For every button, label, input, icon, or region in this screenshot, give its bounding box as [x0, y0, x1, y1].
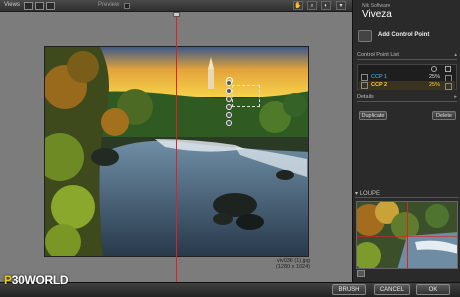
loupe-header[interactable]: ▾ LOUPE — [355, 190, 380, 197]
split-preview-divider[interactable] — [176, 12, 177, 282]
cp-brightness-slider[interactable] — [226, 88, 232, 94]
cp2-checkbox[interactable] — [361, 82, 368, 89]
cp-structure-slider[interactable] — [226, 112, 232, 118]
select-all-checkbox[interactable] — [445, 66, 451, 72]
control-point-list-label: Control Point List — [357, 52, 399, 58]
cp-expand-slider[interactable] — [226, 120, 232, 126]
background-color-icon[interactable]: ◐ — [321, 1, 331, 10]
show-all-icon[interactable] — [431, 66, 437, 72]
brush-button[interactable]: BRUSH — [332, 284, 366, 295]
add-control-point-button[interactable] — [358, 30, 372, 42]
watermark-logo: P30WORLD — [4, 273, 69, 287]
divider — [355, 197, 459, 198]
delete-button[interactable]: Delete — [432, 111, 456, 120]
control-point-area-box — [232, 85, 260, 107]
cp-size-slider[interactable] — [226, 80, 232, 86]
hand-tool-icon[interactable]: ✋ — [293, 1, 303, 10]
split-divider-handle[interactable] — [173, 12, 180, 17]
loupe-preview — [356, 201, 458, 269]
cp2-percent: 25% — [429, 82, 441, 88]
loupe-pin-icon[interactable] — [357, 270, 365, 277]
landscape-image — [45, 47, 308, 256]
image-dimensions: (1280 x 1024) — [276, 264, 310, 270]
more-options-icon[interactable]: ▾ — [336, 1, 346, 10]
ok-button[interactable]: OK — [416, 284, 450, 295]
details-label: Details — [357, 94, 374, 100]
product-title: Viveza — [362, 9, 392, 20]
views-label: Views — [4, 2, 20, 8]
add-control-point-label: Add Control Point — [378, 32, 430, 38]
side-by-side-view-button[interactable] — [46, 2, 55, 10]
control-point-sliders[interactable] — [226, 80, 236, 132]
collapse-icon[interactable]: ▴ — [454, 52, 457, 58]
single-view-button[interactable] — [24, 2, 33, 10]
list-item[interactable]: CCP 2 25% — [359, 81, 455, 90]
loupe-image — [357, 202, 457, 268]
cp2-select-checkbox[interactable] — [445, 83, 452, 90]
cp-saturation-slider[interactable] — [226, 104, 232, 110]
control-point-list-header[interactable]: Control Point List ▴ — [357, 52, 457, 60]
duplicate-button[interactable]: Duplicate — [359, 111, 387, 120]
expand-icon[interactable]: ▸ — [454, 94, 457, 100]
preview-checkbox[interactable] — [124, 3, 130, 9]
split-view-button[interactable] — [35, 2, 44, 10]
preview-label: Preview — [98, 2, 120, 8]
zoom-tool-icon[interactable]: ⌕ — [307, 1, 317, 10]
cancel-button[interactable]: CANCEL — [374, 284, 410, 295]
details-header[interactable]: Details ▸ — [357, 94, 457, 102]
cp1-checkbox[interactable] — [361, 74, 368, 81]
cp2-name: CCP 2 — [371, 82, 388, 88]
cp-contrast-slider[interactable] — [226, 96, 232, 102]
